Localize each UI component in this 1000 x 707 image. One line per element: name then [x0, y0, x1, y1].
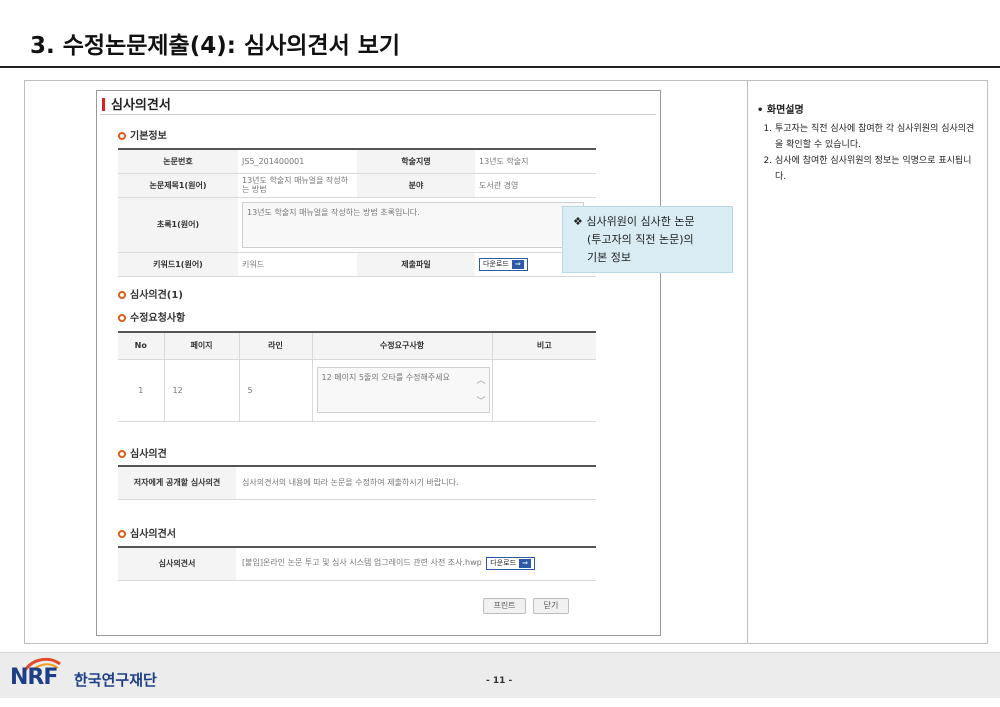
arrow-right-icon: ⇒ — [511, 259, 524, 269]
field-value: 도서관 경영 — [475, 173, 596, 198]
request-textarea[interactable]: 12 페이지 5줄의 오타를 수정해주세요 ︿ ﹀ — [316, 367, 490, 413]
description-panel: • 화면설명 투고자는 직전 심사에 참여한 각 심사위원의 심사의견을 확인할… — [757, 103, 982, 185]
paper-no-label: 논문번호 — [118, 149, 238, 174]
window-title: 심사의견서 — [102, 94, 171, 113]
callout-line-1: 심사위원이 심사한 논문 — [586, 215, 695, 228]
close-button[interactable]: 닫기 — [533, 598, 569, 614]
paper-no-value: JS5_201400001 — [238, 149, 357, 174]
window-title-divider — [100, 114, 656, 115]
callout-line-3: 기본 정보 — [587, 251, 631, 264]
scroll-up-icon[interactable]: ︿ — [476, 373, 485, 386]
section-bullet-icon — [118, 530, 126, 538]
keyword-value: 키워드 — [238, 252, 357, 277]
abstract-label: 초록1(원어) — [118, 197, 238, 253]
paper-title-label: 논문제목1(원어) — [118, 173, 238, 198]
scroll-down-icon[interactable]: ﹀ — [476, 394, 485, 407]
col-line-header: 라인 — [239, 332, 313, 360]
window-title-text: 심사의견서 — [111, 98, 171, 113]
section-bullet-icon — [118, 132, 126, 140]
document-download-button[interactable]: 다운로드 ⇒ — [486, 557, 536, 571]
journal-value: 13년도 학술지 — [475, 149, 596, 174]
col-page-header: 페이지 — [164, 332, 240, 360]
callout-line-2: (투고자의 직전 논문)의 — [587, 233, 694, 246]
row-page: 12 — [164, 359, 240, 422]
section-basic-info-title: 기본정보 — [130, 131, 167, 142]
slide-title: 3. 수정논문제출(4): 심사의견서 보기 — [30, 33, 401, 59]
review-opinion-table: 저자에게 공개할 심사의견 심사의견서의 내용에 따라 논문을 수정하여 제출하… — [118, 465, 596, 500]
section-review-count: 심사의견(1) — [118, 286, 183, 301]
field-label: 분야 — [357, 173, 475, 198]
page-number: - 11 - — [486, 676, 513, 686]
description-item-2: 심사에 참여한 심사위원의 정보는 익명으로 표시됩니다. — [775, 153, 982, 185]
table-row: 1 12 5 12 페이지 5줄의 오타를 수정해주세요 ︿ ﹀ — [118, 359, 596, 422]
description-heading: • 화면설명 — [757, 105, 804, 116]
section-revision-requests: 수정요청사항 — [118, 309, 185, 324]
title-divider — [0, 66, 1000, 68]
title-bar-marker — [102, 98, 105, 111]
basic-info-table: 논문번호 JS5_201400001 학술지명 13년도 학술지 논문제목1(원… — [118, 148, 596, 277]
row-no: 1 — [118, 359, 165, 422]
col-no-header: No — [118, 332, 165, 360]
review-document-title: 심사의견서 — [130, 529, 176, 540]
org-name: 한국연구재단 — [74, 671, 157, 689]
revision-requests-title: 수정요청사항 — [130, 313, 186, 324]
print-button[interactable]: 프린트 — [483, 598, 526, 614]
section-basic-info: 기본정보 — [118, 127, 167, 142]
description-item-1: 투고자는 직전 심사에 참여한 각 심사위원의 심사의견을 확인할 수 있습니다… — [775, 121, 982, 153]
request-textarea-text: 12 페이지 5줄의 오타를 수정해주세요 — [316, 367, 490, 413]
review-opinion-title: 심사의견 — [130, 449, 167, 460]
review-opinion-value: 심사의견서의 내용에 따라 논문을 수정하여 제출하시기 바랍니다. — [236, 466, 596, 500]
keyword-label: 키워드1(원어) — [118, 252, 238, 277]
section-bullet-icon — [118, 314, 126, 322]
review-opinion-label: 저자에게 공개할 심사의견 — [118, 466, 236, 500]
section-review-opinion: 심사의견 — [118, 445, 167, 460]
abstract-textarea[interactable]: 13년도 학술지 매뉴얼을 작성하는 방법 초록입니다. — [242, 201, 584, 248]
frame-divider — [747, 80, 748, 644]
journal-label: 학술지명 — [357, 149, 475, 174]
col-note-header: 비고 — [492, 332, 596, 360]
nrf-logo-text: NRF — [10, 665, 58, 690]
row-line: 5 — [239, 359, 313, 422]
revision-requests-table: No 페이지 라인 수정요구사항 비고 1 12 5 12 페이지 5줄의 오타… — [118, 331, 596, 422]
review-count-title: 심사의견(1) — [130, 290, 183, 301]
review-document-table: 심사의견서 [붙임]온라인 논문 투고 및 심사 시스템 업그레이드 관련 사전… — [118, 546, 596, 581]
paper-title-value: 13년도 학술지 매뉴얼을 작성하는 방법 — [238, 173, 357, 198]
arrow-right-icon: ⇒ — [519, 559, 532, 569]
review-document-label: 심사의견서 — [118, 547, 236, 581]
row-note — [492, 359, 596, 422]
file-label: 제출파일 — [357, 252, 475, 277]
download-button[interactable]: 다운로드 ⇒ — [479, 257, 528, 271]
col-request-header: 수정요구사항 — [312, 332, 493, 360]
section-bullet-icon — [118, 450, 126, 458]
document-download-label: 다운로드 — [490, 559, 517, 568]
download-button-label: 다운로드 — [483, 259, 509, 268]
review-document-filename[interactable]: [붙임]온라인 논문 투고 및 심사 시스템 업그레이드 관련 사전 조사.hw… — [242, 558, 482, 567]
section-bullet-icon — [118, 291, 126, 299]
section-review-document: 심사의견서 — [118, 525, 176, 540]
callout-marker-icon: ❖ — [573, 215, 583, 228]
callout-box: ❖ 심사위원이 심사한 논문 (투고자의 직전 논문)의 기본 정보 — [562, 206, 733, 273]
